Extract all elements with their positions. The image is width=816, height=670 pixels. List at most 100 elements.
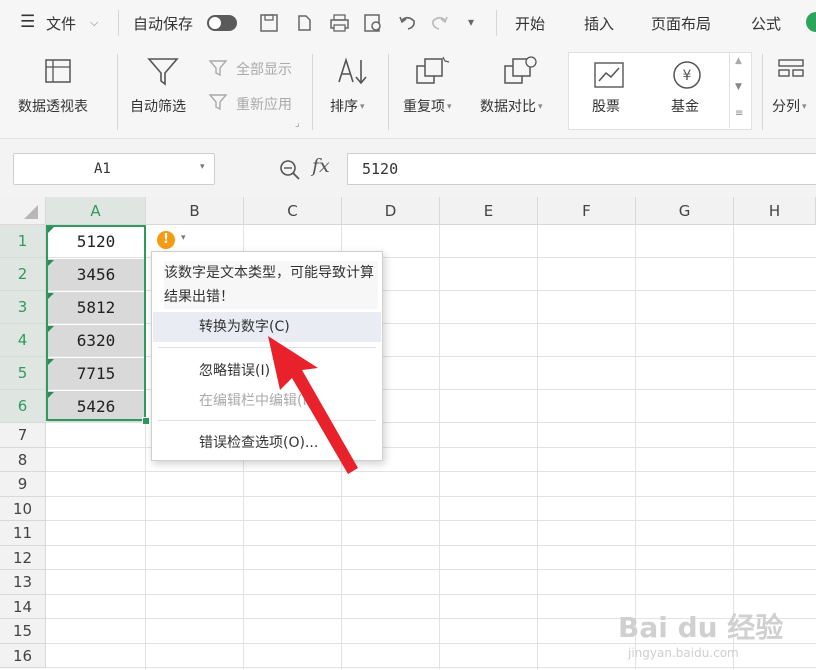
ignore-error-item[interactable]: 忽略错误(I)	[153, 356, 381, 386]
row-header-14[interactable]: 14	[0, 594, 46, 619]
chevron-down-icon[interactable]: ⌵	[90, 16, 98, 30]
column-header-b[interactable]: B	[146, 197, 244, 225]
error-check-button[interactable]: ! ▾	[155, 229, 195, 251]
error-options-menu: 该数字是文本类型，可能导致计算结果出错！ 转换为数字(C) 忽略错误(I) 在编…	[151, 251, 383, 461]
row-header-15[interactable]: 15	[0, 619, 46, 644]
dialog-launcher-icon[interactable]: ⌟	[295, 118, 300, 129]
error-message: 该数字是文本类型，可能导致计算结果出错！	[164, 261, 378, 309]
select-all-icon	[24, 205, 38, 219]
reapply-button[interactable]: 重新应用	[236, 94, 292, 114]
row-header-11[interactable]: 11	[0, 521, 46, 546]
sort-button[interactable]: 排序 ▾	[330, 96, 365, 116]
divider	[118, 10, 119, 36]
undo-icon[interactable]	[396, 12, 420, 34]
stocks-button[interactable]: 股票	[592, 96, 620, 116]
column-gridline	[733, 225, 734, 670]
avatar[interactable]	[806, 12, 816, 32]
name-box-value: A1	[94, 161, 111, 177]
export-icon[interactable]	[294, 12, 318, 34]
redo-icon[interactable]	[428, 12, 452, 34]
autofilter-button[interactable]: 自动筛选	[130, 96, 186, 116]
tab-page-layout[interactable]: 页面布局	[651, 13, 711, 34]
ribbon: 数据透视表 自动筛选 全部显示 重新应用 ⌟ 排序 ▾ 重复项 ▾ 数据对比 ▾ 股票…	[0, 46, 816, 139]
formula-input-value: 5120	[362, 160, 399, 178]
customize-icon[interactable]: ▾	[468, 15, 474, 29]
column-header-d[interactable]: D	[342, 197, 440, 225]
selection-border	[46, 225, 146, 421]
pivot-table-icon	[45, 59, 71, 83]
row-header-5[interactable]: 5	[0, 357, 46, 390]
convert-to-number-item[interactable]: 转换为数字(C)	[153, 312, 381, 342]
autosave-label: 自动保存	[133, 15, 194, 33]
split-columns-button[interactable]: 分列 ▾	[772, 96, 807, 116]
row-gridline	[46, 495, 816, 497]
expand-gallery-icon[interactable]: ≡	[735, 108, 743, 119]
formula-input[interactable]: 5120	[347, 153, 816, 185]
duplicates-label: 重复项	[403, 99, 445, 115]
print-preview-icon[interactable]	[362, 12, 386, 34]
row-header-16[interactable]: 16	[0, 643, 46, 668]
tab-formulas[interactable]: 公式	[751, 13, 781, 34]
row-header-4[interactable]: 4	[0, 324, 46, 357]
caret-down-icon: ▾	[360, 102, 365, 112]
row-header-7[interactable]: 7	[0, 423, 46, 448]
row-header-6[interactable]: 6	[0, 390, 46, 423]
divider	[312, 54, 313, 130]
divider	[762, 54, 763, 130]
row-header-3[interactable]: 3	[0, 291, 46, 324]
column-gridline	[537, 225, 538, 670]
sort-icon	[338, 57, 367, 85]
caret-down-icon: ▾	[538, 102, 543, 112]
funds-icon: ¥	[673, 61, 701, 89]
save-icon[interactable]	[258, 12, 282, 34]
row-header-13[interactable]: 13	[0, 570, 46, 595]
print-icon[interactable]	[328, 12, 352, 34]
column-header-e[interactable]: E	[440, 197, 538, 225]
gallery-scroll[interactable]: ▲ ▼ ≡	[729, 52, 750, 128]
column-header-c[interactable]: C	[244, 197, 342, 225]
duplicates-icon	[416, 56, 450, 84]
filter-icon	[147, 58, 179, 86]
divider	[117, 54, 118, 130]
column-header-g[interactable]: G	[636, 197, 734, 225]
caret-down-icon: ▾	[447, 102, 452, 112]
scroll-up-icon[interactable]: ▲	[735, 56, 742, 66]
row-header-1[interactable]: 1	[0, 225, 46, 258]
sort-label: 排序	[330, 99, 358, 115]
select-all-corner[interactable]	[0, 197, 46, 225]
row-header-2[interactable]: 2	[0, 258, 46, 291]
row-header-10[interactable]: 10	[0, 496, 46, 521]
row-header-12[interactable]: 12	[0, 545, 46, 570]
tab-insert[interactable]: 插入	[584, 13, 614, 34]
compare-button[interactable]: 数据对比 ▾	[480, 96, 543, 116]
pivot-table-button[interactable]: 数据透视表	[18, 96, 88, 116]
edit-in-formula-bar-item[interactable]: 在编辑栏中编辑(F)	[153, 386, 381, 416]
caret-down-icon: ▾	[802, 102, 807, 112]
tab-home[interactable]: 开始	[515, 13, 545, 34]
column-header-a[interactable]: A	[46, 197, 146, 225]
row-gridline	[46, 667, 816, 668]
autosave-toggle[interactable]	[207, 15, 237, 31]
fx-icon[interactable]: fx	[312, 155, 330, 177]
show-all-button[interactable]: 全部显示	[236, 59, 292, 79]
row-gridline	[46, 471, 816, 472]
name-box[interactable]: A1 ▾	[13, 153, 215, 185]
error-checking-options-item[interactable]: 错误检查选项(O)...	[153, 428, 381, 458]
fill-handle[interactable]	[142, 417, 150, 425]
column-header-f[interactable]: F	[538, 197, 636, 225]
divider	[388, 54, 389, 130]
column-header-h[interactable]: H	[734, 197, 816, 225]
menu-bar: ☰ 文件 ⌵ 自动保存 ▾ 开始 插入 页面布局 公式	[0, 0, 816, 46]
duplicates-button[interactable]: 重复项 ▾	[403, 96, 452, 116]
hamburger-icon[interactable]: ☰	[20, 12, 35, 32]
row-header-8[interactable]: 8	[0, 447, 46, 472]
chevron-down-icon: ▾	[181, 233, 186, 243]
compare-label: 数据对比	[480, 99, 536, 115]
zoom-icon[interactable]	[278, 158, 302, 180]
funds-button[interactable]: 基金	[671, 96, 699, 116]
file-menu[interactable]: 文件	[46, 13, 76, 34]
chevron-down-icon[interactable]: ▾	[200, 162, 205, 172]
row-gridline	[46, 520, 816, 521]
row-header-9[interactable]: 9	[0, 472, 46, 497]
scroll-down-icon[interactable]: ▼	[735, 82, 742, 92]
